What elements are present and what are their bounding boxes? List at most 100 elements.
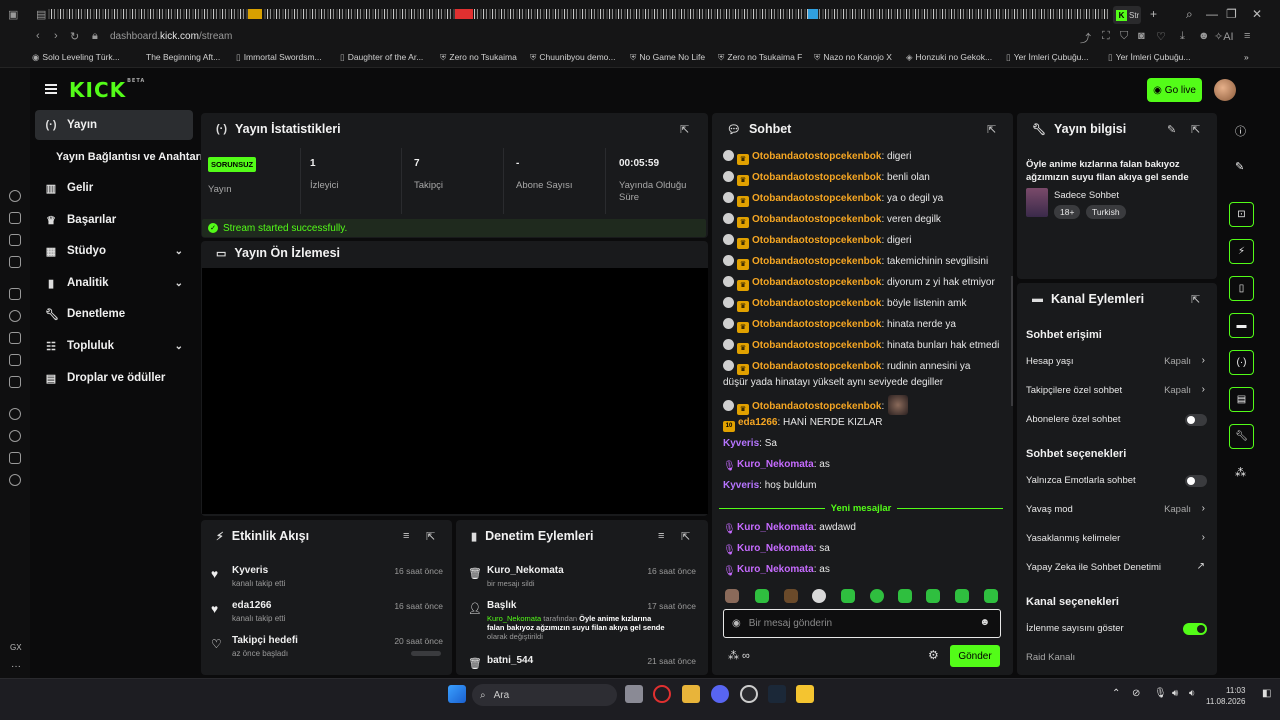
popout-icon[interactable]: ⇱ [426,530,435,543]
chat-message[interactable]: Kyveris: hoş buldum [723,478,998,493]
notification-icon[interactable]: ◧ [1262,688,1271,699]
browser-menu-icon[interactable]: ▣ [8,8,18,21]
category-thumbnail[interactable] [1026,188,1048,217]
tray-chevron-icon[interactable]: ⌃ [1112,688,1120,699]
minimize-button[interactable]: — [1206,7,1218,21]
popout-icon[interactable]: ⇱ [681,530,690,543]
filter-icon[interactable]: ≡ [403,530,409,542]
chat-username[interactable]: Otobandaotostopcekenbok [752,277,881,288]
chat-message[interactable]: ♛ Otobandaotostopcekenbok: ya o degil ya [723,191,998,207]
gallery-icon[interactable] [9,234,21,246]
screenshot-icon[interactable]: ⛶ [1102,30,1110,43]
bookmark[interactable]: ▯ Yer İmleri Çubuğu... [1006,52,1089,63]
chat-username[interactable]: Otobandaotostopcekenbok [752,340,881,351]
popout-icon[interactable]: ⇱ [1191,123,1200,136]
tray-app-icon[interactable]: ⊘ [1132,688,1140,699]
emote-icon[interactable] [898,589,912,603]
chat-message[interactable]: ♛ Otobandaotostopcekenbok: takemichinin s… [723,254,998,270]
taskbar-search[interactable]: ⌕ Ara [472,684,617,706]
app-icon[interactable] [740,685,758,703]
send-button[interactable]: Gönder [950,645,1000,667]
show-views-toggle[interactable] [1183,623,1207,635]
chat-username[interactable]: Kuro_Nekomata [737,522,814,533]
chat-username[interactable]: Otobandaotostopcekenbok [752,319,881,330]
new-messages-divider[interactable]: Yeni mesajlar [719,501,1004,515]
bookmark[interactable]: ⛨ Nazo no Kanojo X [814,52,892,63]
mod-name[interactable]: batni_544 [487,655,533,666]
nav-moderation[interactable]: 🔧︎ Denetleme [35,299,193,329]
chat-message[interactable]: ♛ Otobandaotostopcekenbok: diyorum z yi h… [723,275,998,291]
mod-name[interactable]: Kuro_Nekomata [487,565,564,576]
tag-chip[interactable]: 18+ [1054,205,1081,219]
forward-icon[interactable]: › [54,30,58,42]
chat-message[interactable]: 🎙︎Kuro_Nekomata: as [723,457,998,472]
chat-message[interactable]: ♛ Otobandaotostopcekenbok: böyle listenin… [723,296,998,312]
emote-icon[interactable] [926,589,940,603]
new-tab-button[interactable]: + [1150,7,1157,21]
ai-moderation-row[interactable]: Yapay Zeka ile Sohbet Denetimi ↗ [1026,559,1209,579]
bookmark[interactable]: ◉ Solo Leveling Türk... [32,52,120,63]
speaker-icon[interactable]: 🔊︎ [1172,688,1178,699]
tiktok-icon[interactable] [9,376,21,388]
popout-icon[interactable]: ⇱ [680,123,689,136]
chat-username[interactable]: Otobandaotostopcekenbok [752,193,881,204]
chat-message[interactable]: 🎙︎Kuro_Nekomata: awdawd [723,520,998,535]
chat-username[interactable]: Otobandaotostopcekenbok [752,172,881,183]
whatsapp-icon[interactable] [9,310,21,322]
kick-logo[interactable]: KICKBETA [69,78,145,102]
menu-icon[interactable] [45,84,57,94]
popout-icon[interactable]: ⇱ [987,123,996,136]
chat-message[interactable]: 🎙︎Kuro_Nekomata: sa [723,541,998,556]
folder-icon[interactable] [682,685,700,703]
player-icon[interactable] [9,408,21,420]
extensions-icon[interactable] [9,452,21,464]
shield-icon[interactable]: ⛉ [1120,30,1128,43]
bookmark[interactable]: ⛨ No Game No Life [630,52,705,63]
steam-icon[interactable] [768,685,786,703]
emoji-icon[interactable]: ☻ [979,617,990,628]
user-avatar[interactable] [1214,79,1236,101]
opera-icon[interactable] [653,685,671,703]
nav-revenue[interactable]: ▥ Gelir [35,173,193,203]
back-icon[interactable]: ‹ [36,30,40,42]
emotes-only-toggle[interactable] [1185,475,1207,487]
points-icon[interactable]: ⁂ ∞ [728,649,750,662]
url-field[interactable]: dashboard.kick.com/stream [110,31,232,42]
bookmark[interactable]: ⛨ Zero no Tsukaima F [718,52,802,63]
instagram-icon[interactable] [9,354,21,366]
nav-drops[interactable]: ▤ Droplar ve ödüller [35,363,193,393]
bookmark[interactable]: ⛨ Zero no Tsukaima [440,52,517,63]
bookmark[interactable]: The Beginning Aft... [146,52,220,62]
emote-icon[interactable] [784,589,798,603]
camera-icon[interactable]: ◙ [1138,30,1145,42]
lock-icon[interactable]: 🔒︎ [92,30,98,43]
mic-icon[interactable]: 🎙︎ [1154,688,1167,699]
chat-message[interactable]: ♛ Otobandaotostopcekenbok: hinata nerde y… [723,317,998,333]
chat-message[interactable]: ♛ Otobandaotostopcekenbok: digeri [723,233,998,249]
chat-scrollbar[interactable] [1011,276,1013,406]
broadcast-icon[interactable]: (·) [1229,350,1254,375]
reload-icon[interactable]: ↻ [70,30,79,43]
chat-username[interactable]: Kuro_Nekomata [737,543,814,554]
chat-message[interactable]: 🎙︎Kuro_Nekomata: as [723,562,998,577]
chat-username[interactable]: Kuro_Nekomata [737,459,814,470]
discord-icon[interactable] [711,685,729,703]
chat-message[interactable]: ♛ Otobandaotostopcekenbok: benli olan [723,170,998,186]
browser-menu-lines-icon[interactable]: ≡ [1244,30,1250,42]
emote-icon[interactable] [841,589,855,603]
document-icon[interactable]: ▯ [1229,276,1254,301]
nav-stream-key[interactable]: Yayın Bağlantısı ve Anahtarı [56,151,203,163]
chat-username[interactable]: Otobandaotostopcekenbok [752,235,881,246]
activity-name[interactable]: Kyveris [232,565,268,576]
bookmark[interactable]: ◈ Honzuki no Gekok... [906,52,992,63]
tag-chip[interactable]: Turkish [1086,205,1126,219]
channel-icon[interactable]: ▤ [1229,387,1254,412]
activity-name[interactable]: eda1266 [232,600,271,611]
close-window-button[interactable]: ✕ [1252,7,1262,21]
app-icon[interactable] [796,685,814,703]
chat-username[interactable]: Kyveris [723,480,759,491]
more-bookmarks-icon[interactable]: » [1244,52,1249,62]
chat-username[interactable]: Otobandaotostopcekenbok [752,256,881,267]
filter-icon[interactable]: ≡ [658,530,664,542]
followers-only-row[interactable]: Takipçilere özel sohbet Kapalı › [1026,382,1209,402]
